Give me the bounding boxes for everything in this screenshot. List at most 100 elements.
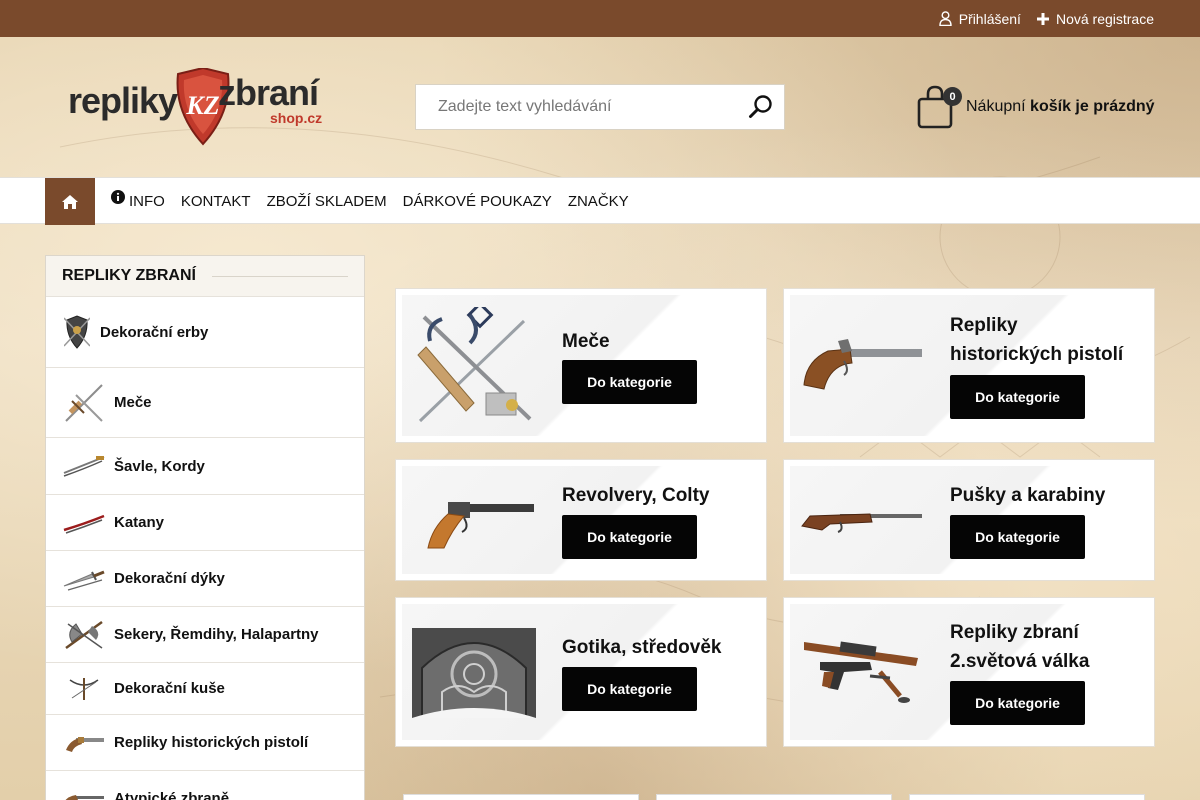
bottom-panel	[909, 794, 1145, 800]
sidebar-item-dekoracni-dyky[interactable]: Dekorační dýky	[46, 550, 364, 606]
sidebar-item-label: Meče	[114, 394, 152, 411]
sidebar-item-label: Katany	[114, 514, 165, 531]
sidebar-header: REPLIKY ZBRANÍ	[46, 256, 364, 296]
sidebar-item-atypicke-zbrane[interactable]: Atypické zbraně	[46, 770, 364, 800]
card-title: Gotika, středověk	[562, 633, 721, 662]
card-title: Pušky a karabiny	[950, 481, 1105, 510]
category-card-gotika[interactable]: Gotika, středověk Do kategorie	[395, 597, 767, 747]
sabre-icon	[62, 446, 106, 486]
nav-item-znacky[interactable]: ZNAČKY	[568, 193, 629, 210]
bottom-panel	[403, 794, 639, 800]
ww2-weapons-image	[800, 632, 924, 704]
cart-count-badge: 0	[943, 87, 962, 106]
site-logo[interactable]: repliky KZ zbraní shop.cz	[68, 66, 336, 148]
revolver-image	[412, 492, 536, 552]
card-title-line: Repliky zbraní	[950, 622, 1079, 643]
search-button[interactable]	[748, 94, 774, 120]
to-category-button[interactable]: Do kategorie	[562, 360, 697, 404]
sidebar-item-label: Sekery, Řemdihy, Halapartny	[114, 626, 319, 643]
sidebar-item-label: Repliky historických pistolí	[114, 734, 309, 751]
sidebar-item-label: Dekorační kuše	[114, 680, 225, 697]
card-title-line: historických pistolí	[950, 344, 1124, 365]
sidebar-item-katany[interactable]: Katany	[46, 494, 364, 550]
flintlock-pistol-image	[800, 327, 924, 397]
coat-of-arms-icon	[62, 312, 92, 352]
sidebar-item-label: Šavle, Kordy	[114, 457, 205, 475]
katana-icon	[62, 503, 106, 543]
rifle-image	[800, 500, 924, 540]
category-card-mece[interactable]: Meče Do kategorie	[395, 288, 767, 443]
cart-bag: 0	[917, 85, 962, 129]
card-title: Repliky historických pistolí	[950, 311, 1123, 369]
search-box	[415, 84, 785, 130]
crossed-swords-image	[412, 307, 536, 427]
nav-item-darkove-poukazy[interactable]: DÁRKOVÉ POUKAZY	[403, 193, 552, 210]
sidebar-item-dekoracni-erby[interactable]: Dekorační erby	[46, 296, 364, 367]
pistol-icon	[62, 723, 106, 763]
nav-item-kontakt[interactable]: KONTAKT	[181, 193, 251, 210]
dagger-icon	[62, 559, 106, 599]
sidebar-item-pistole[interactable]: Repliky historických pistolí	[46, 714, 364, 770]
plus-icon	[1036, 12, 1049, 25]
login-label: Přihlášení	[958, 10, 1021, 27]
sidebar-item-mece[interactable]: Meče	[46, 367, 364, 437]
cart-label-status: košík je prázdný	[1030, 98, 1155, 115]
bottom-panel	[656, 794, 892, 800]
cart[interactable]: 0 Nákupní košík je prázdný	[917, 84, 1155, 130]
nav-item-info[interactable]: INFO	[111, 190, 165, 210]
logo-shield-text: KZ	[185, 91, 219, 120]
search-icon	[749, 95, 772, 118]
card-title-line: Revolvery, Colty	[562, 485, 710, 506]
card-title: Meče	[562, 327, 610, 356]
user-icon	[938, 11, 952, 26]
to-category-button[interactable]: Do kategorie	[562, 515, 697, 559]
category-card-pusky[interactable]: Pušky a karabiny Do kategorie	[783, 459, 1155, 581]
category-card-pistole[interactable]: Repliky historických pistolí Do kategori…	[783, 288, 1155, 443]
sidebar-item-savle-kordy[interactable]: Šavle, Kordy	[46, 437, 364, 494]
sidebar-title-divider	[212, 276, 348, 277]
nav-item-label: KONTAKT	[180, 192, 251, 210]
atypical-weapon-icon	[62, 779, 106, 800]
gothic-window-image	[412, 628, 536, 718]
sidebar-item-dekoracni-kuse[interactable]: Dekorační kuše	[46, 662, 364, 714]
register-label: Nová registrace	[1055, 10, 1154, 27]
card-title: Repliky zbraní 2.světová válka	[950, 618, 1089, 676]
nav-item-label: ZBOŽÍ SKLADEM	[266, 192, 387, 210]
top-bar: Přihlášení Nová registrace	[0, 0, 1200, 37]
sidebar-item-label: Dekorační erby	[100, 323, 209, 341]
to-category-button[interactable]: Do kategorie	[562, 667, 697, 711]
nav-item-label: DÁRKOVÉ POUKAZY	[402, 192, 552, 210]
logo-word-repliky: repliky	[68, 80, 178, 121]
sidebar-item-label: Atypické zbraně	[114, 790, 230, 800]
category-card-ww2[interactable]: Repliky zbraní 2.světová válka Do katego…	[783, 597, 1155, 747]
to-category-button[interactable]: Do kategorie	[950, 681, 1085, 725]
category-card-revolvery[interactable]: Revolvery, Colty Do kategorie	[395, 459, 767, 581]
to-category-button[interactable]: Do kategorie	[950, 515, 1085, 559]
card-title-line: Repliky	[950, 315, 1018, 336]
sidebar-item-sekery[interactable]: Sekery, Řemdihy, Halapartny	[46, 606, 364, 662]
to-category-button[interactable]: Do kategorie	[950, 375, 1085, 419]
card-title-line: Pušky a karabiny	[950, 485, 1106, 506]
card-title-line: Meče	[562, 331, 610, 352]
nav-item-label: ZNAČKY	[567, 192, 629, 210]
nav-item-zbozi-skladem[interactable]: ZBOŽÍ SKLADEM	[267, 193, 387, 210]
search-input[interactable]	[416, 85, 726, 129]
home-icon	[62, 194, 78, 209]
card-title-line: 2.světová válka	[950, 651, 1090, 672]
info-icon	[111, 190, 125, 204]
card-title: Revolvery, Colty	[562, 481, 709, 510]
register-link[interactable]: Nová registrace	[1036, 10, 1154, 27]
cart-label-prefix: Nákupní	[966, 98, 1026, 115]
logo-word-shop: shop.cz	[270, 110, 323, 126]
cart-text: Nákupní košík je prázdný	[966, 98, 1155, 116]
category-sidebar: REPLIKY ZBRANÍ Dekorační erby Meče Šavle…	[45, 255, 365, 800]
nav-item-label: INFO	[129, 192, 165, 210]
axe-icon	[62, 615, 106, 655]
sidebar-title: REPLIKY ZBRANÍ	[62, 267, 196, 284]
swords-icon	[62, 383, 106, 423]
sidebar-item-label: Dekorační dýky	[114, 570, 225, 587]
home-button[interactable]	[45, 178, 95, 225]
logo-word-zbrani: zbraní	[218, 72, 319, 113]
login-link[interactable]: Přihlášení	[938, 10, 1021, 27]
card-title-line: Gotika, středověk	[562, 637, 722, 658]
